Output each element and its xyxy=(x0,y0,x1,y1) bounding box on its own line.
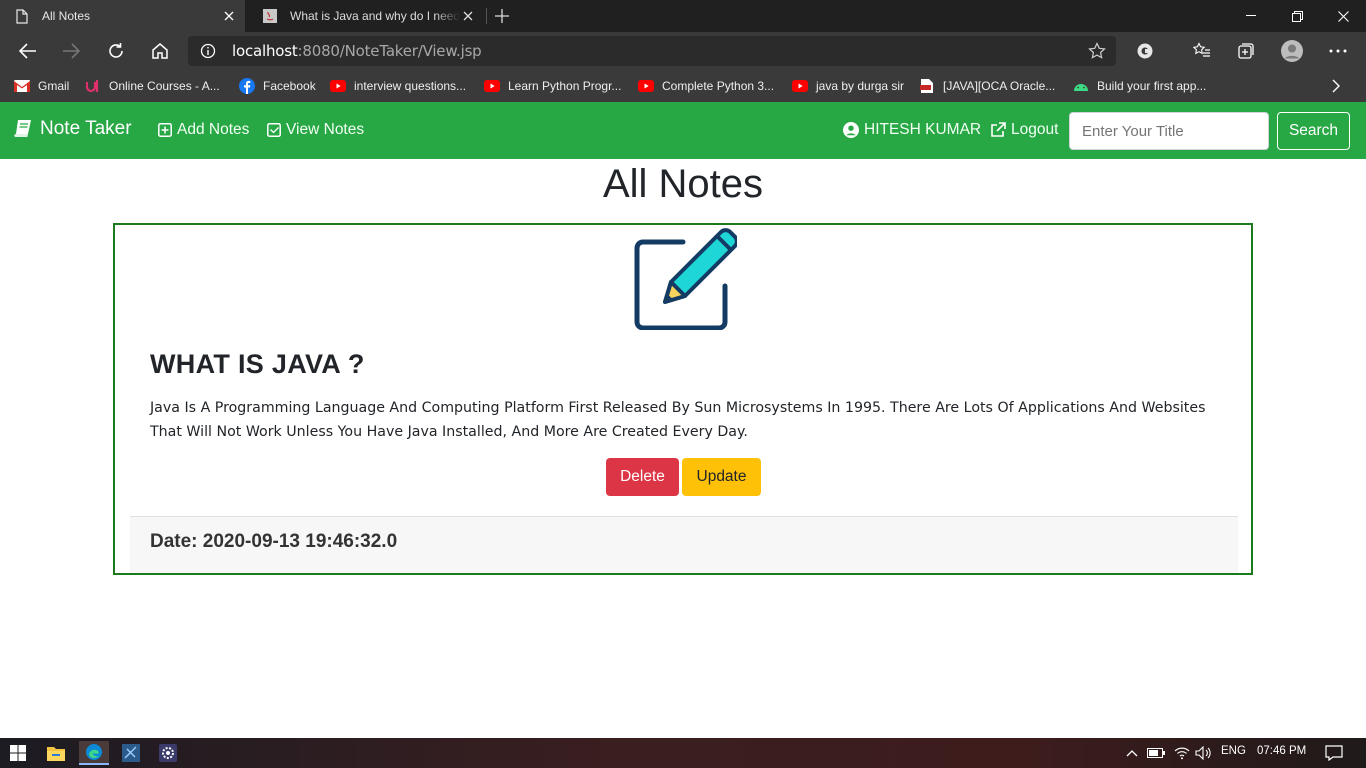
facebook-icon xyxy=(239,78,255,94)
battery-icon[interactable] xyxy=(1144,741,1168,765)
note-date: Date: 2020-09-13 19:46:32.0 xyxy=(150,531,398,552)
youtube-icon xyxy=(330,78,346,94)
book-icon xyxy=(14,120,31,137)
language-indicator[interactable]: ENG xyxy=(1221,745,1246,757)
volume-icon[interactable] xyxy=(1192,741,1216,765)
extension-icon[interactable] xyxy=(1131,37,1159,65)
pdf-icon xyxy=(919,78,935,94)
edge-taskbar-icon[interactable] xyxy=(79,741,109,765)
tab-title: What is Java and why do I need it? xyxy=(290,9,460,23)
youtube-icon xyxy=(638,78,654,94)
back-icon[interactable] xyxy=(14,37,42,65)
restore-icon[interactable] xyxy=(1274,0,1320,32)
favorite-star-icon[interactable] xyxy=(1088,42,1106,65)
search-button[interactable]: Search xyxy=(1277,112,1350,150)
brand-link[interactable]: Note Taker xyxy=(14,118,132,140)
search-input[interactable] xyxy=(1069,112,1269,150)
bookmark-gmail[interactable]: Gmail xyxy=(14,76,69,96)
clock[interactable]: 07:46 PM xyxy=(1257,745,1306,757)
view-notes-link[interactable]: View Notes xyxy=(267,121,364,139)
bookmark-facebook[interactable]: Facebook xyxy=(239,76,316,96)
bookmark-online-courses[interactable]: Online Courses - A... xyxy=(85,76,220,96)
youtube-icon xyxy=(792,78,808,94)
new-tab-icon[interactable] xyxy=(492,6,512,26)
bookmark-complete-python[interactable]: Complete Python 3... xyxy=(638,76,774,96)
favorites-icon[interactable] xyxy=(1188,37,1216,65)
notifications-icon[interactable] xyxy=(1322,741,1346,765)
wifi-icon[interactable] xyxy=(1170,741,1194,765)
info-icon[interactable] xyxy=(200,43,216,64)
browser-tab-strip: All Notes What is Java and why do I need… xyxy=(0,0,1366,32)
note-title: WHAT IS JAVA ? xyxy=(150,349,365,379)
bookmark-build-first-app[interactable]: Build your first app... xyxy=(1073,76,1206,96)
update-button[interactable]: Update xyxy=(682,458,761,496)
bookmarks-bar: Gmail Online Courses - A... Facebook int… xyxy=(0,70,1366,102)
bookmarks-overflow-chevron-icon[interactable] xyxy=(1332,76,1340,96)
user-link[interactable]: HITESH KUMAR xyxy=(843,121,981,139)
file-explorer-icon[interactable] xyxy=(44,741,68,765)
close-window-icon[interactable] xyxy=(1320,0,1366,32)
external-link-icon xyxy=(991,122,1006,137)
forward-icon[interactable] xyxy=(57,37,85,65)
sql-developer-icon[interactable] xyxy=(119,741,143,765)
logout-link[interactable]: Logout xyxy=(990,121,1058,139)
add-notes-link[interactable]: Add Notes xyxy=(158,121,249,139)
bookmark-java-durga[interactable]: java by durga sir xyxy=(792,76,904,96)
settings-app-icon[interactable] xyxy=(156,741,180,765)
collections-icon[interactable] xyxy=(1232,37,1260,65)
note-content: Java Is A Programming Language And Compu… xyxy=(150,400,1206,440)
gmail-icon xyxy=(14,78,30,94)
note-card: WHAT IS JAVA ? Java Is A Programming Lan… xyxy=(113,223,1253,575)
edit-note-icon xyxy=(634,228,737,330)
page-icon xyxy=(14,8,30,24)
refresh-icon[interactable] xyxy=(102,37,130,65)
check-square-icon xyxy=(267,123,281,137)
android-icon xyxy=(1073,78,1089,94)
tab-all-notes[interactable]: All Notes xyxy=(0,0,245,32)
udemy-icon xyxy=(85,78,101,94)
tab-what-is-java[interactable]: What is Java and why do I need it? xyxy=(248,0,484,32)
address-bar[interactable]: localhost:8080/NoteTaker/View.jsp xyxy=(188,36,1116,66)
close-tab-icon[interactable] xyxy=(460,8,476,24)
windows-start-icon[interactable] xyxy=(6,741,30,765)
profile-avatar-icon[interactable] xyxy=(1278,37,1306,65)
java-page-icon xyxy=(262,8,278,24)
url-text: localhost:8080/NoteTaker/View.jsp xyxy=(232,42,482,60)
tab-title: All Notes xyxy=(42,9,91,23)
delete-button[interactable]: Delete xyxy=(606,458,679,496)
youtube-icon xyxy=(484,78,500,94)
tab-separator xyxy=(486,8,487,24)
browser-toolbar: localhost:8080/NoteTaker/View.jsp xyxy=(0,32,1366,70)
note-footer: Date: 2020-09-13 19:46:32.0 xyxy=(130,516,1238,573)
windows-taskbar: ENG 07:46 PM xyxy=(0,738,1366,768)
page-title: All Notes xyxy=(602,162,764,206)
app-navbar: Note Taker Add Notes View Notes HITESH K… xyxy=(0,102,1366,159)
home-icon[interactable] xyxy=(146,37,174,65)
bookmark-interview-questions[interactable]: interview questions... xyxy=(330,76,466,96)
user-circle-icon xyxy=(843,122,859,138)
show-hidden-icons-chevron-icon[interactable] xyxy=(1120,741,1144,765)
brand-title: Note Taker xyxy=(40,118,132,139)
plus-square-icon xyxy=(158,123,172,137)
minimize-icon[interactable] xyxy=(1228,0,1274,32)
bookmark-java-oca[interactable]: [JAVA][OCA Oracle... xyxy=(919,76,1055,96)
more-menu-icon[interactable] xyxy=(1324,37,1352,65)
bookmark-learn-python[interactable]: Learn Python Progr... xyxy=(484,76,621,96)
close-tab-icon[interactable] xyxy=(221,8,237,24)
